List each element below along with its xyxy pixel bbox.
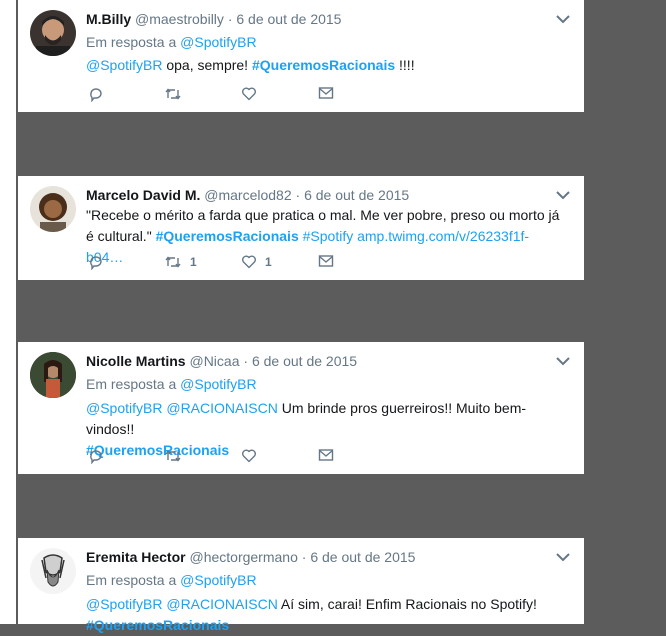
reply-icon (90, 256, 102, 270)
reply-context: Em resposta a @SpotifyBR (86, 376, 257, 392)
tweet-card[interactable]: M.Billy @maestrobilly · 6 de out de 2015… (18, 0, 584, 112)
heart-icon (242, 87, 256, 101)
user-name[interactable]: Eremita Hector (86, 549, 186, 565)
tweet-date[interactable]: 6 de out de 2015 (236, 11, 341, 27)
chevron-down-icon[interactable] (556, 190, 570, 200)
user-name[interactable]: Marcelo David M. (86, 187, 200, 203)
tweet-header: Marcelo David M. @marcelod82 · 6 de out … (86, 187, 544, 203)
envelope-icon (318, 449, 334, 461)
like-button[interactable] (241, 448, 257, 463)
user-name[interactable]: Nicolle Martins (86, 353, 186, 369)
user-handle[interactable]: @Nicaa (189, 353, 239, 369)
retweet-button[interactable]: 1 (164, 254, 197, 270)
user-name[interactable]: M.Billy (86, 11, 131, 27)
mention-link[interactable]: @SpotifyBR (86, 596, 162, 612)
like-button[interactable] (241, 86, 257, 101)
retweet-icon (165, 450, 181, 462)
reply-prefix: Em resposta a (86, 572, 177, 588)
separator: · (295, 187, 301, 203)
avatar[interactable] (30, 548, 76, 594)
reply-button[interactable] (88, 254, 104, 270)
hashtag-link[interactable]: #QueremosRacionais (252, 57, 395, 73)
text-fragment: !!!! (395, 57, 415, 73)
reply-icon (90, 88, 102, 102)
direct-message-button[interactable] (318, 254, 334, 268)
heart-icon (242, 449, 256, 463)
heart-icon (242, 255, 256, 269)
text-fragment: Aí sim, carai! Enfim Racionais no Spotif… (277, 596, 537, 612)
mention-link[interactable]: @RACIONAISCN (166, 400, 277, 416)
tweet-card[interactable]: Marcelo David M. @marcelod82 · 6 de out … (18, 176, 584, 280)
retweet-icon (165, 88, 181, 100)
like-button[interactable]: 1 (241, 254, 272, 269)
retweet-button[interactable] (164, 448, 182, 464)
reply-to-link[interactable]: @SpotifyBR (180, 34, 256, 50)
reply-prefix: Em resposta a (86, 34, 177, 50)
user-handle[interactable]: @maestrobilly (135, 11, 224, 27)
mention-link[interactable]: @SpotifyBR (86, 57, 162, 73)
hashtag-link[interactable]: #Spotify (303, 228, 354, 244)
chevron-down-icon[interactable] (556, 552, 570, 562)
reply-button[interactable] (88, 86, 104, 102)
tweet-header: Eremita Hector @hectorgermano · 6 de out… (86, 549, 544, 565)
hashtag-link[interactable]: #QueremosRacionais (156, 228, 299, 244)
reply-to-link[interactable]: @SpotifyBR (180, 572, 256, 588)
tweet-text: @SpotifyBR @RACIONAISCN Aí sim, carai! E… (86, 594, 560, 636)
tweet-card[interactable]: Eremita Hector @hectorgermano · 6 de out… (18, 538, 584, 633)
hashtag-link[interactable]: #QueremosRacionais (86, 442, 229, 458)
hashtag-link[interactable]: #QueremosRacionais (86, 617, 229, 633)
tweet-date[interactable]: 6 de out de 2015 (252, 353, 357, 369)
separator: · (227, 11, 233, 27)
direct-message-button[interactable] (318, 86, 334, 100)
user-handle[interactable]: @marcelod82 (204, 187, 291, 203)
retweet-button[interactable] (164, 86, 182, 102)
direct-message-button[interactable] (318, 448, 334, 462)
envelope-icon (318, 87, 334, 99)
avatar[interactable] (30, 10, 76, 56)
envelope-icon (318, 255, 334, 267)
separator: · (301, 549, 307, 565)
tweet-date[interactable]: 6 de out de 2015 (310, 549, 415, 565)
retweet-icon (165, 256, 181, 268)
tweet-card[interactable]: Nicolle Martins @Nicaa · 6 de out de 201… (18, 342, 584, 474)
reply-to-link[interactable]: @SpotifyBR (180, 376, 256, 392)
chevron-down-icon[interactable] (556, 14, 570, 24)
tweet-text: @SpotifyBR opa, sempre! #QueremosRaciona… (86, 55, 560, 76)
tweet-header: Nicolle Martins @Nicaa · 6 de out de 201… (86, 353, 544, 369)
avatar[interactable] (30, 186, 76, 232)
mention-link[interactable]: @RACIONAISCN (166, 596, 277, 612)
mention-link[interactable]: @SpotifyBR (86, 400, 162, 416)
user-handle[interactable]: @hectorgermano (189, 549, 297, 565)
reply-prefix: Em resposta a (86, 376, 177, 392)
text-fragment: opa, sempre! (162, 57, 252, 73)
chevron-down-icon[interactable] (556, 356, 570, 366)
retweet-count: 1 (190, 255, 197, 269)
page-edge (0, 0, 16, 624)
reply-button[interactable] (88, 448, 104, 464)
like-count: 1 (265, 254, 272, 269)
avatar[interactable] (30, 352, 76, 398)
tweet-header: M.Billy @maestrobilly · 6 de out de 2015 (86, 11, 544, 27)
reply-context: Em resposta a @SpotifyBR (86, 572, 257, 588)
reply-icon (90, 450, 102, 464)
reply-context: Em resposta a @SpotifyBR (86, 34, 257, 50)
separator: · (243, 353, 249, 369)
tweet-date[interactable]: 6 de out de 2015 (304, 187, 409, 203)
